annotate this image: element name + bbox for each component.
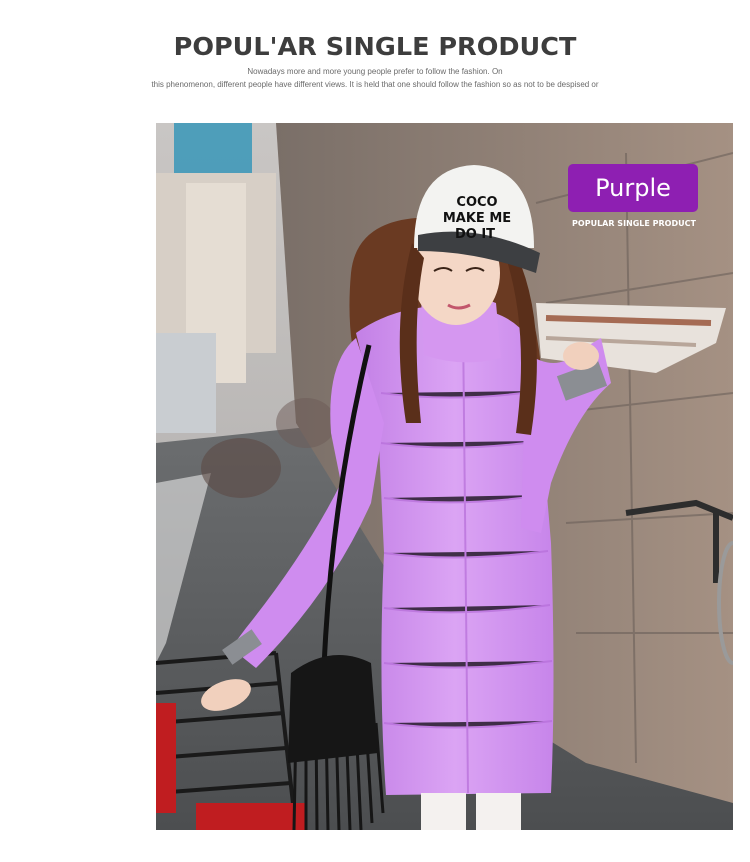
color-badge: Purple [568,164,698,212]
product-photo: COCO MAKE ME DO IT [156,123,733,830]
subtitle-line-2: this phenomenon, different people have d… [151,80,599,89]
color-badge-caption: POPULAR SINGLE PRODUCT [572,219,696,228]
cap-text-3: DO IT [455,227,495,242]
cap-text-1: COCO [456,195,497,210]
cap-text-2: MAKE ME [443,211,511,226]
product-photo-illustration: COCO MAKE ME DO IT [156,123,733,830]
page-title: POPUL'AR SINGLE PRODUCT [173,32,577,61]
subtitle-line-1: Nowadays more and more young people pref… [247,67,503,76]
